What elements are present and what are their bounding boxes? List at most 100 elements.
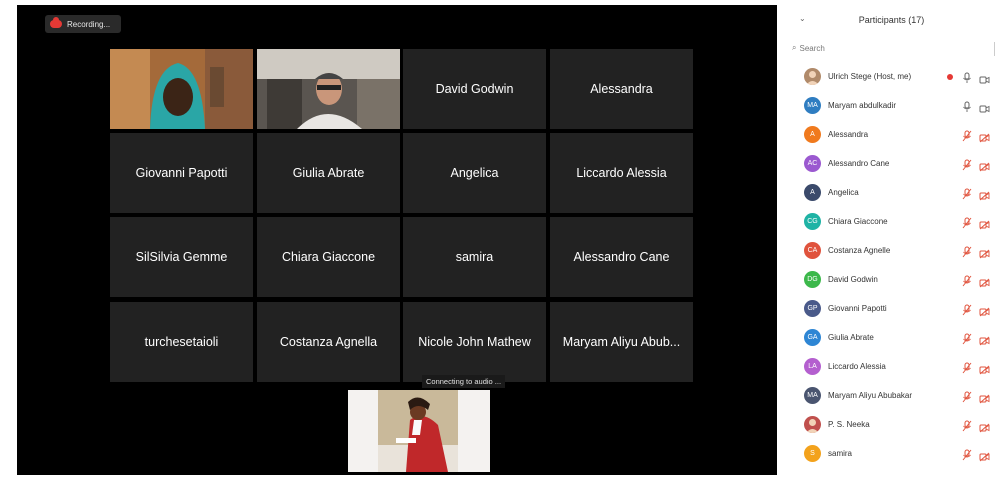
participant-tile[interactable]: Alessandro Cane (550, 217, 693, 297)
participant-tile-name: Giovanni Papotti (135, 166, 228, 180)
participant-row[interactable]: A Alessandra (784, 120, 999, 149)
avatar-initials: GA (807, 334, 818, 341)
mic-muted-icon[interactable] (962, 187, 972, 199)
participant-tile[interactable]: Maryam Aliyu Abub... (550, 302, 693, 382)
participant-tile[interactable]: SilSilvia Gemme (110, 217, 253, 297)
video-off-icon[interactable] (979, 304, 990, 316)
participant-tile-name: Alessandro Cane (573, 250, 670, 264)
participant-tile[interactable]: Alessandra (550, 49, 693, 129)
participant-row[interactable]: GP Giovanni Papotti (784, 294, 999, 323)
mic-icon[interactable] (962, 100, 972, 112)
video-off-icon[interactable] (979, 217, 990, 229)
participants-panel: ⌄ Participants (17) ⌕ Search Ulrich Steg… (784, 0, 999, 482)
participant-row[interactable]: DG David Godwin (784, 265, 999, 294)
participant-tile-name: turchesetaioli (144, 335, 219, 349)
recording-indicator[interactable]: Recording... (45, 15, 121, 33)
avatar-initials: DG (807, 276, 818, 283)
participant-name: Liccardo Alessia (828, 362, 886, 371)
participant-name: Maryam Aliyu Abubakar (828, 391, 913, 400)
participant-tile[interactable]: Nicole John Mathew (403, 302, 546, 382)
avatar: LA (804, 358, 821, 375)
avatar-initials: GP (807, 305, 818, 312)
participant-row[interactable]: MA Maryam Aliyu Abubakar (784, 381, 999, 410)
participant-tile[interactable] (110, 49, 253, 129)
mic-icon[interactable] (962, 71, 972, 83)
avatar: DG (804, 271, 821, 288)
avatar-initials: MA (807, 102, 818, 109)
mic-muted-icon[interactable] (962, 245, 972, 257)
video-off-icon[interactable] (979, 420, 990, 432)
participant-tile[interactable]: Angelica (403, 133, 546, 213)
mic-muted-icon[interactable] (962, 274, 972, 286)
avatar: MA (804, 97, 821, 114)
participant-tile[interactable]: Giulia Abrate (257, 133, 400, 213)
mic-muted-icon[interactable] (962, 390, 972, 402)
avatar-initials: LA (808, 363, 817, 370)
participant-row[interactable]: Ulrich Stege (Host, me) (784, 62, 999, 91)
participant-row[interactable]: GA Giulia Abrate (784, 323, 999, 352)
participant-tile[interactable]: turchesetaioli (110, 302, 253, 382)
video-off-icon[interactable] (979, 391, 990, 403)
participant-row[interactable]: A Angelica (784, 178, 999, 207)
participant-name: Alessandra (828, 130, 869, 139)
video-off-icon[interactable] (979, 449, 990, 461)
avatar: GA (804, 329, 821, 346)
search-divider (994, 42, 995, 56)
mic-muted-icon[interactable] (962, 129, 972, 141)
participant-row[interactable]: MA Maryam abdulkadir (784, 91, 999, 120)
participant-row[interactable]: CG Chiara Giaccone (784, 207, 999, 236)
participant-name: Ulrich Stege (Host, me) (828, 72, 912, 81)
connecting-audio-toast: Connecting to audio ... (422, 375, 506, 388)
participant-tile[interactable]: David Godwin (403, 49, 546, 129)
avatar-initials: MA (807, 392, 818, 399)
participant-row[interactable]: P. S. Neeka (784, 410, 999, 439)
video-off-icon[interactable] (979, 333, 990, 345)
mic-muted-icon[interactable] (962, 361, 972, 373)
participant-name: samira (828, 449, 853, 458)
participant-tile-name: Giulia Abrate (292, 166, 365, 180)
avatar: GP (804, 300, 821, 317)
video-off-icon[interactable] (979, 159, 990, 171)
video-off-icon[interactable] (979, 275, 990, 287)
participant-tile-name: Angelica (450, 166, 499, 180)
avatar-initials: AC (807, 160, 818, 167)
participant-row[interactable]: Ssamira (784, 439, 999, 468)
avatar (804, 416, 821, 433)
participants-header: ⌄ Participants (17) (784, 8, 999, 32)
mic-muted-icon[interactable] (962, 448, 972, 460)
participant-tile-name: Nicole John Mathew (418, 335, 531, 349)
mic-muted-icon[interactable] (962, 216, 972, 228)
avatar: A (804, 126, 821, 143)
participant-video (110, 49, 253, 129)
mic-muted-icon[interactable] (962, 332, 972, 344)
participant-tile[interactable]: samira (403, 217, 546, 297)
participant-name: David Godwin (828, 275, 878, 284)
participant-name: Alessandro Cane (828, 159, 890, 168)
participant-tile-name: Maryam Aliyu Abub... (562, 335, 681, 349)
participant-row[interactable]: AC Alessandro Cane (784, 149, 999, 178)
participant-search[interactable]: ⌕ Search (792, 40, 992, 56)
avatar-initials: CG (807, 218, 818, 225)
mic-muted-icon[interactable] (962, 158, 972, 170)
self-view-video[interactable] (348, 390, 490, 472)
video-icon[interactable] (979, 72, 990, 83)
avatar: AC (804, 155, 821, 172)
participant-tile[interactable]: Giovanni Papotti (110, 133, 253, 213)
video-off-icon[interactable] (979, 188, 990, 200)
participant-tile[interactable]: Chiara Giaccone (257, 217, 400, 297)
video-icon[interactable] (979, 101, 990, 112)
self-view-image (348, 390, 490, 472)
avatar (804, 68, 821, 85)
participant-tile[interactable]: Liccardo Alessia (550, 133, 693, 213)
participant-row[interactable]: CA Costanza Agnelle (784, 236, 999, 265)
participant-tile[interactable]: Costanza Agnella (257, 302, 400, 382)
participant-row[interactable]: LA Liccardo Alessia (784, 352, 999, 381)
video-off-icon[interactable] (979, 130, 990, 142)
cloud-record-icon (50, 17, 62, 28)
recording-label: Recording... (67, 19, 111, 29)
video-off-icon[interactable] (979, 362, 990, 374)
participant-tile[interactable] (257, 49, 400, 129)
mic-muted-icon[interactable] (962, 419, 972, 431)
mic-muted-icon[interactable] (962, 303, 972, 315)
video-off-icon[interactable] (979, 246, 990, 258)
